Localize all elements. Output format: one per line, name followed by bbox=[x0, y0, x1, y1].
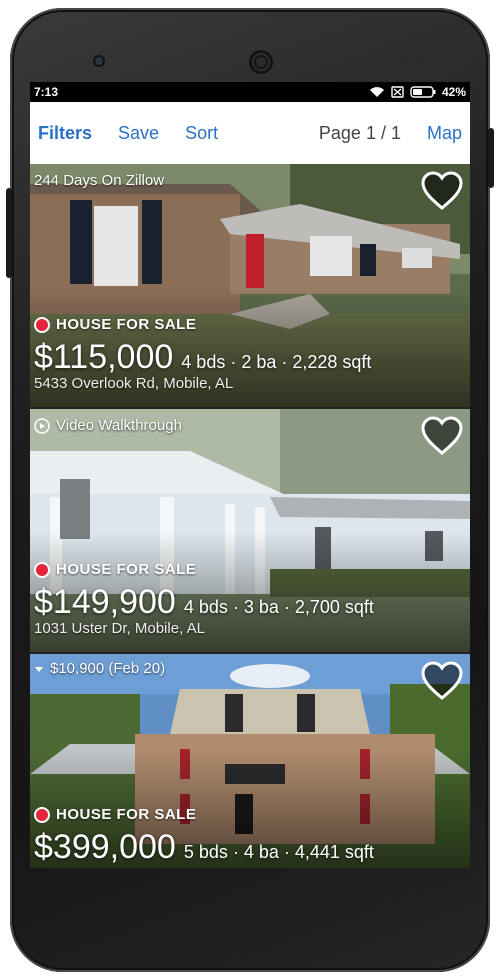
video-walkthrough-label[interactable]: Video Walkthrough bbox=[34, 417, 182, 434]
sort-button[interactable]: Sort bbox=[185, 123, 218, 144]
listing-top-label: Video Walkthrough bbox=[56, 417, 182, 434]
price-line: $149,900 4 bds · 3 ba · 2,700 sqft bbox=[34, 583, 374, 622]
favorite-heart-icon[interactable] bbox=[420, 660, 464, 702]
price-line: $115,000 4 bds · 2 ba · 2,228 sqft bbox=[34, 338, 371, 377]
listing-card[interactable]: 244 Days On Zillow HOUSE FOR SALE $115,0… bbox=[30, 164, 470, 409]
filters-button[interactable]: Filters bbox=[38, 123, 92, 144]
light-sensor bbox=[416, 56, 424, 64]
listing-price: $149,900 bbox=[34, 583, 176, 621]
price-line: $399,000 5 bds · 4 ba · 4,441 sqft bbox=[34, 828, 374, 867]
favorite-heart-icon[interactable] bbox=[420, 415, 464, 457]
play-circle-icon bbox=[34, 417, 50, 434]
listing-card[interactable]: Video Walkthrough HOUSE FOR SALE $149,90… bbox=[30, 409, 470, 654]
battery-percent: 42% bbox=[441, 85, 466, 99]
power-button bbox=[488, 128, 494, 188]
listing-specs: 4 bds · 3 ba · 2,700 sqft bbox=[183, 597, 374, 617]
map-button[interactable]: Map bbox=[427, 123, 462, 144]
price-change-label: $10,900 (Feb 20) bbox=[34, 660, 165, 677]
battery-icon bbox=[410, 86, 436, 98]
listing-top-label: 244 Days On Zillow bbox=[34, 172, 165, 189]
listing-address: 5433 Overlook Rd, Mobile, AL bbox=[34, 375, 234, 392]
volume-button bbox=[6, 188, 12, 278]
status-dot-icon bbox=[34, 806, 50, 823]
proximity-sensor bbox=[400, 56, 408, 64]
no-sim-icon bbox=[391, 86, 404, 98]
listing-top-label: $10,900 (Feb 20) bbox=[50, 660, 166, 677]
wifi-icon bbox=[369, 87, 384, 97]
listing-price: $399,000 bbox=[34, 828, 176, 866]
listing-status-text: HOUSE FOR SALE bbox=[56, 316, 197, 333]
listing-specs: 5 bds · 4 ba · 4,441 sqft bbox=[183, 842, 374, 862]
status-dot-icon bbox=[34, 316, 50, 333]
listing-status-text: HOUSE FOR SALE bbox=[56, 806, 197, 823]
status-time: 7:13 bbox=[34, 85, 59, 99]
favorite-heart-icon[interactable] bbox=[420, 170, 464, 212]
front-camera bbox=[93, 55, 105, 67]
listing-status: HOUSE FOR SALE bbox=[34, 316, 196, 333]
page-indicator: Page 1 / 1 bbox=[318, 122, 401, 143]
listing-card[interactable]: $10,900 (Feb 20) HOUSE FOR SALE $399,000… bbox=[30, 654, 470, 868]
listing-address: 1031 Uster Dr, Mobile, AL bbox=[34, 620, 205, 637]
status-bar: 7:13 42% bbox=[30, 82, 470, 102]
listing-status: HOUSE FOR SALE bbox=[34, 806, 196, 823]
earpiece-speaker bbox=[249, 50, 273, 74]
listing-specs: 4 bds · 2 ba · 2,228 sqft bbox=[181, 352, 372, 372]
listing-price: $115,000 bbox=[34, 338, 174, 376]
listing-status-text: HOUSE FOR SALE bbox=[56, 561, 197, 578]
listing-status: HOUSE FOR SALE bbox=[34, 561, 196, 578]
toolbar: Filters Save Sort Page 1 / 1 Map bbox=[30, 102, 470, 164]
price-drop-arrow-icon bbox=[35, 666, 43, 672]
status-dot-icon bbox=[34, 561, 50, 578]
screen: 7:13 42% Filters Save Sort Page 1 / 1 Ma… bbox=[30, 82, 470, 868]
save-button[interactable]: Save bbox=[118, 123, 159, 144]
days-on-zillow-label: 244 Days On Zillow bbox=[34, 172, 164, 189]
